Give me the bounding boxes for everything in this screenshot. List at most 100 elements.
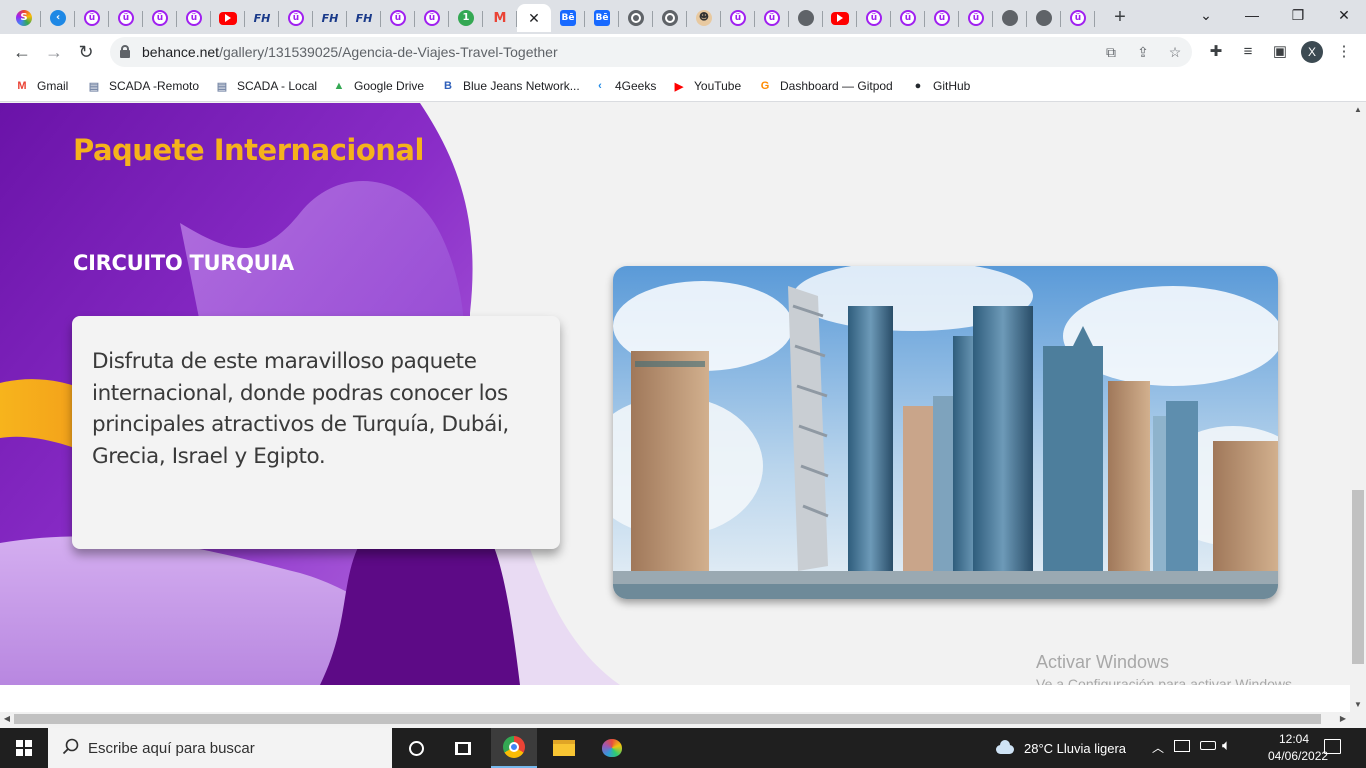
scroll-down-arrow-icon[interactable]: ▼ — [1350, 698, 1366, 712]
browser-tab[interactable]: ü — [381, 4, 415, 32]
page-footer-strip — [0, 685, 1350, 712]
browser-tab[interactable] — [211, 4, 245, 32]
chrome-taskbar-icon[interactable] — [491, 728, 537, 768]
browser-tab[interactable]: ü — [891, 4, 925, 32]
browser-tab[interactable]: ü — [109, 4, 143, 32]
browser-tab[interactable]: ü — [1061, 4, 1095, 32]
scroll-right-arrow-icon[interactable]: ▶ — [1336, 712, 1350, 726]
tray-chevron-up-icon[interactable]: ︿ — [1152, 739, 1164, 756]
side-panel-icon[interactable]: ▣ — [1270, 42, 1290, 62]
browser-toolbar: ← → ↻ behance.net/gallery/131539025/Agen… — [0, 34, 1366, 71]
browser-tab[interactable]: ‹ — [41, 4, 75, 32]
reload-icon[interactable]: ↻ — [72, 38, 100, 66]
forward-arrow-icon[interactable]: → — [40, 38, 68, 66]
browser-tab[interactable]: ü — [177, 4, 211, 32]
bookmark-item[interactable]: ▤ SCADA -Remoto — [86, 77, 199, 95]
restore-icon[interactable]: ❐ — [1278, 4, 1318, 26]
profile-avatar[interactable]: X — [1301, 41, 1323, 63]
taskbar-search-box[interactable]: Escribe aquí para buscar — [48, 728, 392, 768]
tab-strip: S ‹ ü ü ü ü FH ü FH FH ü ü 1 M ✕ Bē Bē ☻ ü ü ü ü ü ü ü — [0, 0, 1366, 34]
browser-tab[interactable]: FH — [313, 4, 347, 32]
media-queue-icon[interactable]: ≡ — [1238, 42, 1258, 62]
weather-cloud-icon[interactable] — [994, 739, 1016, 755]
bookmark-item[interactable]: B Blue Jeans Network... — [440, 77, 580, 95]
volume-icon[interactable]: 🔈︎ — [1222, 737, 1231, 754]
scroll-left-arrow-icon[interactable]: ◀ — [0, 712, 14, 726]
gmail-icon: M — [17, 80, 27, 92]
bookmark-label: YouTube — [694, 79, 742, 93]
share-icon[interactable]: ⇪ — [1134, 43, 1152, 61]
browser-tab[interactable] — [619, 4, 653, 32]
translate-icon[interactable]: ⧉ — [1102, 43, 1120, 61]
browser-tab[interactable]: ü — [75, 4, 109, 32]
vertical-scrollbar[interactable]: ▲ ▼ — [1350, 103, 1366, 712]
dubai-skyline-image — [613, 266, 1278, 599]
browser-tab[interactable]: ü — [143, 4, 177, 32]
browser-tab[interactable]: ☻ — [687, 4, 721, 32]
browser-tab[interactable]: FH — [245, 4, 279, 32]
browser-tab[interactable] — [653, 4, 687, 32]
new-tab-button[interactable]: + — [1108, 6, 1132, 30]
bookmark-item[interactable]: ▤ SCADA - Local — [214, 77, 317, 95]
scroll-up-arrow-icon[interactable]: ▲ — [1350, 103, 1366, 117]
file-explorer-icon[interactable] — [541, 728, 587, 768]
browser-tab[interactable]: 1 — [449, 4, 483, 32]
cortana-circle-icon[interactable] — [393, 728, 439, 768]
vertical-scroll-thumb[interactable] — [1352, 490, 1364, 664]
bookmark-star-icon[interactable]: ☆ — [1166, 43, 1184, 61]
start-button[interactable] — [0, 728, 48, 768]
weather-text[interactable]: 28°C Lluvia ligera — [1024, 741, 1126, 756]
bookmark-item[interactable]: ▲ Google Drive — [331, 77, 424, 95]
bookmark-item[interactable]: ● GitHub — [910, 77, 971, 95]
browser-tab[interactable]: ü — [415, 4, 449, 32]
browser-tab[interactable]: ü — [279, 4, 313, 32]
browser-tab[interactable]: ü — [857, 4, 891, 32]
address-bar[interactable]: behance.net/gallery/131539025/Agencia-de… — [110, 37, 1192, 67]
browser-tab[interactable] — [993, 4, 1027, 32]
tab-active[interactable]: ✕ — [517, 4, 551, 32]
search-placeholder: Escribe aquí para buscar — [88, 740, 255, 757]
youtube-icon — [219, 11, 237, 25]
network-icon[interactable] — [1174, 740, 1190, 752]
task-view-icon[interactable] — [440, 728, 486, 768]
browser-tab[interactable]: M — [483, 4, 517, 32]
browser-tab[interactable] — [1027, 4, 1061, 32]
horizontal-scrollbar[interactable]: ◀ ▶ — [0, 712, 1366, 726]
paint-app-icon[interactable] — [589, 728, 635, 768]
url-text[interactable]: behance.net/gallery/131539025/Agencia-de… — [142, 44, 558, 60]
browser-tab[interactable]: ü — [959, 4, 993, 32]
notifications-icon[interactable] — [1324, 739, 1341, 754]
bookmark-item[interactable]: ‹ 4Geeks — [592, 77, 656, 95]
description-card: Disfruta de este maravilloso paquete int… — [72, 316, 560, 549]
youtube-icon: ▶ — [674, 80, 684, 93]
back-arrow-icon[interactable]: ← — [8, 38, 36, 66]
system-clock[interactable]: 12:04 04/06/2022 — [1268, 731, 1328, 765]
lock-icon[interactable] — [120, 45, 130, 58]
extensions-puzzle-icon[interactable]: ✚ — [1206, 42, 1226, 62]
window-close-icon[interactable]: ✕ — [1324, 4, 1364, 26]
browser-tab[interactable]: FH — [347, 4, 381, 32]
battery-icon[interactable] — [1200, 741, 1216, 750]
bluejeans-icon: B — [444, 80, 452, 92]
browser-tab[interactable]: S — [7, 4, 41, 32]
browser-tab[interactable]: ü — [925, 4, 959, 32]
horizontal-scroll-thumb[interactable] — [14, 714, 1321, 724]
browser-tab[interactable] — [823, 4, 857, 32]
browser-tab[interactable]: ü — [721, 4, 755, 32]
browser-tab[interactable] — [789, 4, 823, 32]
browser-tab[interactable]: Bē — [551, 4, 585, 32]
search-icon — [62, 738, 79, 755]
bookmark-label: Dashboard — Gitpod — [780, 79, 893, 93]
tab-search-icon[interactable]: ⌄ — [1186, 4, 1226, 26]
minimize-icon[interactable]: — — [1232, 4, 1272, 26]
u-app-icon: ü — [424, 10, 440, 26]
menu-kebab-icon[interactable]: ⋮ — [1334, 42, 1354, 62]
browser-tab[interactable]: Bē — [585, 4, 619, 32]
fh-icon: FH — [355, 11, 373, 25]
bookmark-item[interactable]: M Gmail — [14, 77, 68, 95]
bookmark-item[interactable]: G Dashboard — Gitpod — [757, 77, 893, 95]
bookmark-item[interactable]: ▶ YouTube — [671, 77, 741, 95]
browser-tab[interactable]: ü — [755, 4, 789, 32]
tab-close-icon[interactable]: ✕ — [528, 10, 540, 27]
clock-time: 12:04 — [1278, 732, 1310, 746]
